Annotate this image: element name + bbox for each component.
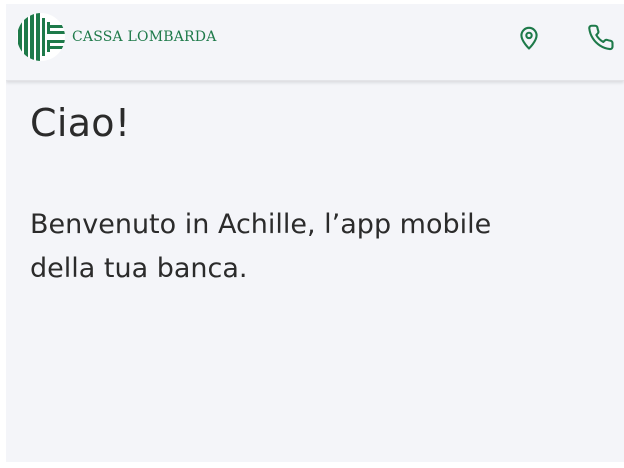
- brand-name: CASSA LOMBARDA: [72, 29, 217, 45]
- welcome-line-1: Benvenuto in Achille, l’app mobile: [30, 209, 492, 240]
- branch-locator-button[interactable]: [513, 22, 545, 54]
- welcome-message: Benvenuto in Achille, l’app mobile della…: [30, 203, 610, 291]
- app-screen: CASSA LOMBARDA Ciao! Benvenuto in Achill…: [6, 4, 624, 462]
- welcome-content: Ciao! Benvenuto in Achille, l’app mobile…: [6, 81, 624, 462]
- app-header: CASSA LOMBARDA: [6, 4, 624, 81]
- brand-logo: CASSA LOMBARDA: [16, 12, 217, 62]
- greeting-title: Ciao!: [30, 101, 131, 145]
- call-button[interactable]: [586, 22, 618, 54]
- cassa-lombarda-logo-icon: [17, 13, 65, 61]
- location-pin-icon: [520, 26, 538, 50]
- phone-icon: [588, 24, 614, 51]
- welcome-line-2: della tua banca.: [30, 253, 248, 284]
